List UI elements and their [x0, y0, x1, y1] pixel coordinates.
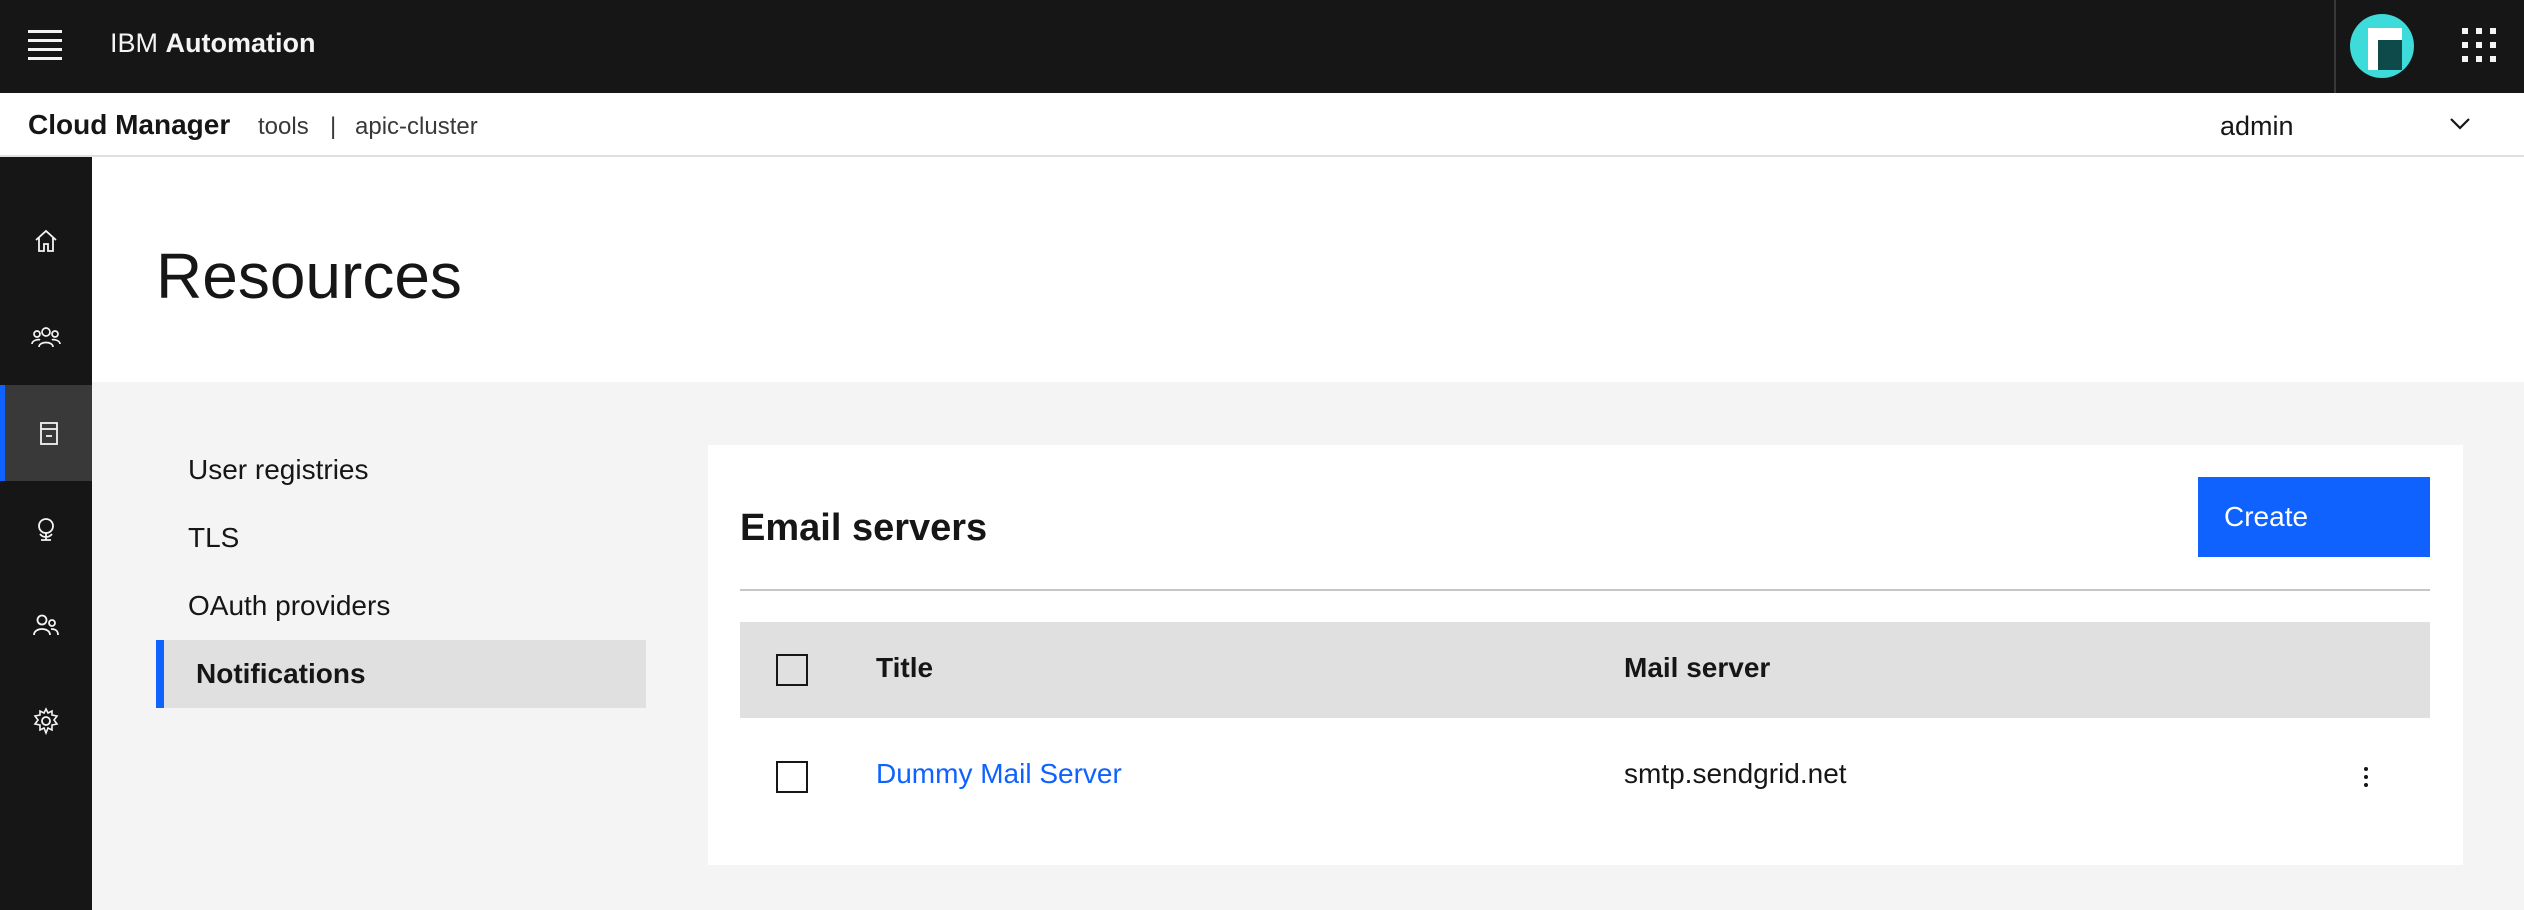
top-header: IBM Automation [0, 0, 2524, 93]
page-title: Resources [156, 240, 462, 312]
rail-item-settings[interactable] [0, 673, 92, 769]
settings-icon [33, 707, 59, 736]
overflow-menu-icon[interactable] [2354, 760, 2378, 794]
breadcrumb-separator: | [330, 113, 337, 140]
rail-item-topology[interactable] [0, 481, 92, 577]
home-icon [35, 229, 57, 252]
user-menu[interactable]: admin [2220, 111, 2294, 142]
users-icon [31, 327, 61, 348]
divider [740, 589, 2430, 591]
table-header: Title Mail server [740, 622, 2430, 718]
app-switcher-icon[interactable] [2462, 28, 2496, 62]
row-mail-server: smtp.sendgrid.net [1624, 758, 1847, 789]
row-title-link[interactable]: Dummy Mail Server [876, 758, 1122, 790]
left-nav-rail [0, 157, 92, 910]
side-nav-oauth-providers[interactable]: OAuth providers [156, 572, 646, 640]
side-nav-user-registries[interactable]: User registries [156, 436, 646, 504]
header-divider [2334, 0, 2336, 93]
row-checkbox[interactable] [776, 761, 808, 793]
column-header-title[interactable]: Title [876, 652, 933, 684]
avatar[interactable] [2350, 14, 2414, 78]
select-all-checkbox[interactable] [776, 654, 808, 686]
table-row: Dummy Mail Server smtp.sendgrid.net [740, 718, 2430, 836]
side-nav-notifications[interactable]: Notifications [156, 640, 646, 708]
breadcrumb-org[interactable]: tools [258, 113, 309, 141]
members-icon [33, 614, 59, 636]
app-name: Cloud Manager [28, 109, 231, 140]
column-header-mail-server[interactable]: Mail server [1624, 652, 1770, 684]
email-servers-panel: Email servers Create Title Mail server D… [708, 445, 2463, 865]
page-header: Resources [92, 157, 2524, 382]
rail-item-members[interactable] [0, 577, 92, 673]
menu-icon[interactable] [28, 30, 62, 62]
panel-title: Email servers [740, 507, 988, 549]
breadcrumb-cluster[interactable]: apic-cluster [355, 113, 478, 141]
product-name[interactable]: IBM Automation [110, 28, 316, 59]
resources-side-nav: User registries TLS OAuth providers Noti… [156, 436, 646, 708]
main-content: User registries TLS OAuth providers Noti… [92, 382, 2524, 910]
rail-item-users[interactable] [0, 289, 92, 385]
email-servers-table: Title Mail server Dummy Mail Server smtp… [740, 622, 2430, 836]
rail-item-resources[interactable] [0, 385, 92, 481]
side-nav-tls[interactable]: TLS [156, 504, 646, 572]
topology-icon [38, 518, 54, 541]
brand-name: Automation [165, 28, 316, 58]
rail-item-home[interactable] [0, 193, 92, 289]
resources-icon [39, 422, 58, 445]
chevron-down-icon[interactable] [2448, 111, 2472, 135]
brand-prefix: IBM [110, 28, 159, 58]
create-button[interactable]: Create [2198, 477, 2430, 557]
sub-header: Cloud Manager tools | apic-cluster admin [0, 93, 2524, 157]
